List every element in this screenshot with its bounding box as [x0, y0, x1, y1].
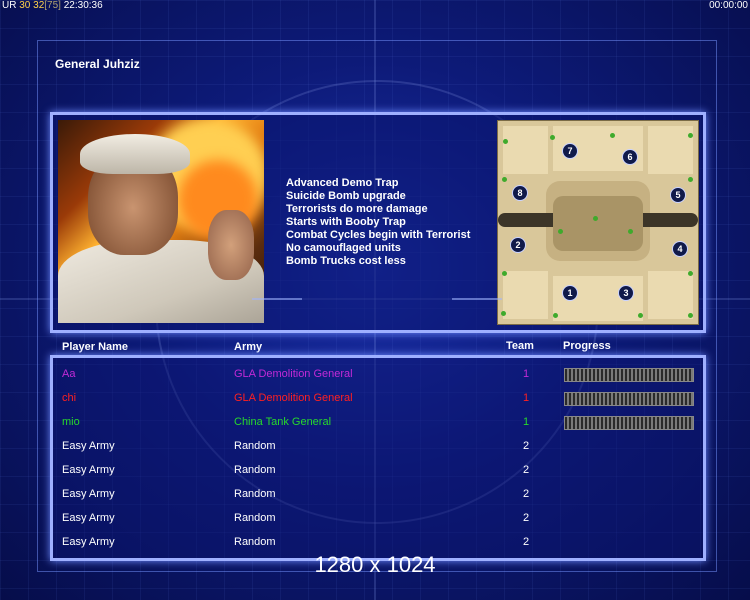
player-team: 2	[523, 440, 530, 452]
spawn-marker: 6	[622, 149, 638, 165]
general-name: General Juhziz	[55, 57, 140, 71]
status-clock: 22:30:36	[63, 0, 103, 11]
player-row: mio China Tank General 1	[53, 410, 703, 434]
trait-item: Combat Cycles begin with Terrorist	[286, 229, 471, 241]
match-timer: 00:00:00	[709, 0, 748, 11]
spawn-marker: 4	[672, 241, 688, 257]
spawn-marker: 1	[562, 285, 578, 301]
player-army: Random	[234, 488, 276, 500]
player-row: Easy Army Random 2	[53, 458, 703, 482]
player-army: GLA Demolition General	[234, 368, 353, 380]
player-name: Easy Army	[62, 440, 115, 452]
trait-item: Suicide Bomb upgrade	[286, 190, 406, 202]
status-number-1: 30	[19, 0, 31, 11]
player-name: Aa	[62, 368, 76, 380]
player-row: Easy Army Random 2	[53, 434, 703, 458]
player-team: 2	[523, 536, 530, 548]
player-name: chi	[62, 392, 77, 404]
hud-tick	[452, 298, 502, 300]
general-info-panel: Advanced Demo Trap Suicide Bomb upgrade …	[50, 112, 706, 333]
player-army: Random	[234, 536, 276, 548]
general-traits-list: Advanced Demo Trap Suicide Bomb upgrade …	[286, 177, 470, 268]
player-name: mio	[62, 416, 80, 428]
trait-item: Starts with Booby Trap	[286, 216, 406, 228]
player-row: Easy Army Random 2	[53, 506, 703, 530]
player-row: chi GLA Demolition General 1	[53, 386, 703, 410]
trait-item: Terrorists do more damage	[286, 203, 428, 215]
progress-bar	[564, 368, 694, 382]
player-army: Random	[234, 512, 276, 524]
players-table: Aa GLA Demolition General 1 chi GLA Demo…	[50, 355, 706, 561]
status-number-2: 32	[33, 0, 45, 11]
spawn-marker: 8	[512, 185, 528, 201]
status-number-3: [75]	[44, 0, 61, 11]
player-army: Random	[234, 440, 276, 452]
player-row: Easy Army Random 2	[53, 530, 703, 554]
player-name-header: Player Name	[62, 341, 129, 353]
status-prefix: UR	[2, 0, 17, 11]
player-army: GLA Demolition General	[234, 392, 353, 404]
player-name: Easy Army	[62, 464, 115, 476]
spawn-marker: 3	[618, 285, 634, 301]
player-team: 2	[523, 488, 530, 500]
army-header: Army	[234, 341, 263, 353]
status-left: UR 30 32[75] 22:30:36	[2, 0, 103, 11]
player-army: China Tank General	[234, 416, 332, 428]
player-army: Random	[234, 464, 276, 476]
player-name: Easy Army	[62, 488, 115, 500]
player-team: 1	[523, 368, 530, 380]
player-row: Easy Army Random 2	[53, 482, 703, 506]
player-row: Aa GLA Demolition General 1	[53, 362, 703, 386]
status-bar: UR 30 32[75] 22:30:36 00:00:00	[0, 0, 750, 12]
trait-item: Bomb Trucks cost less	[286, 255, 406, 267]
hud-tick	[252, 298, 302, 300]
general-portrait	[58, 120, 264, 323]
trait-item: Advanced Demo Trap	[286, 177, 399, 189]
player-team: 2	[523, 464, 530, 476]
player-name: Easy Army	[62, 536, 115, 548]
team-header: Team	[506, 340, 534, 352]
player-team: 1	[523, 392, 530, 404]
spawn-marker: 5	[670, 187, 686, 203]
progress-header: Progress	[563, 340, 611, 352]
player-team: 1	[523, 416, 530, 428]
player-name: Easy Army	[62, 512, 115, 524]
progress-bar	[564, 416, 694, 430]
resolution-label: 1280 x 1024	[314, 552, 436, 577]
spawn-marker: 2	[510, 237, 526, 253]
trait-item: No camouflaged units	[286, 242, 401, 254]
spawn-marker: 7	[562, 143, 578, 159]
player-team: 2	[523, 512, 530, 524]
minimap: 7 6 8 5 2 4 1 3	[497, 120, 699, 325]
progress-bar	[564, 392, 694, 406]
